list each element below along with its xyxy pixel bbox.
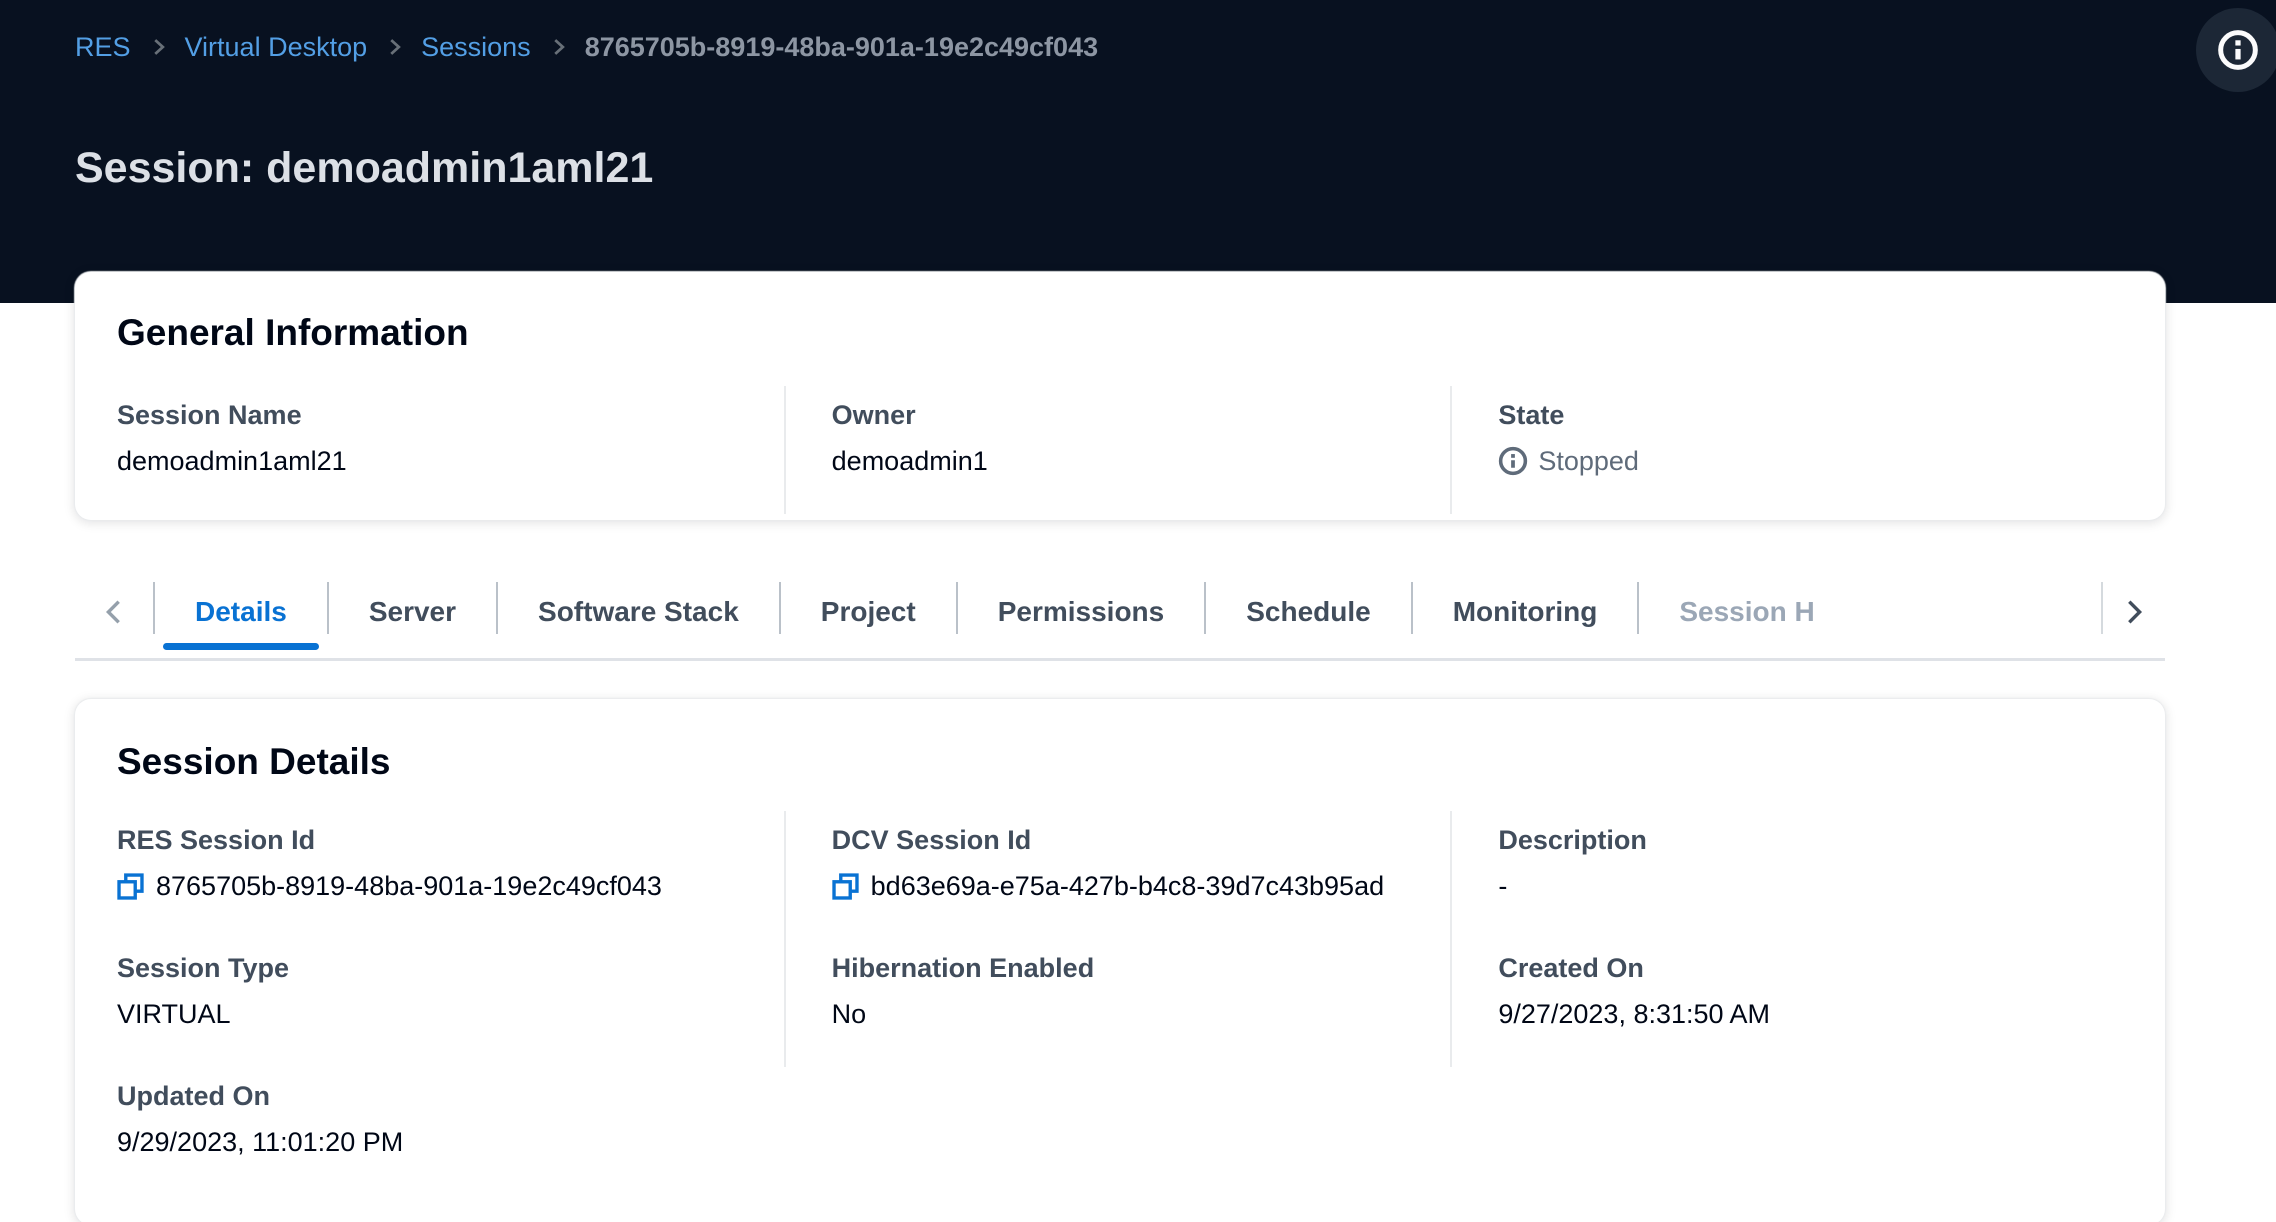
field-label: Session Type xyxy=(117,951,760,985)
field-value: No xyxy=(832,997,1427,1031)
status-badge: Stopped xyxy=(1538,444,1639,478)
field-value: 9/27/2023, 8:31:50 AM xyxy=(1498,997,2093,1031)
field-value: 9/29/2023, 11:01:20 PM xyxy=(117,1125,760,1159)
field-label: Updated On xyxy=(117,1079,760,1113)
tab-session-health[interactable]: Session H xyxy=(1639,596,1814,628)
breadcrumb-link-res[interactable]: RES xyxy=(75,30,131,64)
tab-software-stack[interactable]: Software Stack xyxy=(498,566,779,658)
field-state: State Stopped xyxy=(1450,386,2117,514)
field-session-type: Session Type VIRTUAL xyxy=(117,939,784,1067)
field-label: State xyxy=(1498,398,2093,432)
field-value: demoadmin1aml21 xyxy=(117,444,760,478)
session-details-heading: Session Details xyxy=(117,739,2117,785)
breadcrumb-current-session-id: 8765705b-8919-48ba-901a-19e2c49cf043 xyxy=(585,30,1098,64)
field-label: DCV Session Id xyxy=(832,823,1427,857)
info-button[interactable] xyxy=(2196,8,2276,92)
field-value: bd63e69a-e75a-427b-b4c8-39d7c43b95ad xyxy=(871,869,1384,903)
chevron-right-icon xyxy=(147,36,169,58)
session-details-row-2: Session Type VIRTUAL Hibernation Enabled… xyxy=(117,939,2117,1067)
chevron-left-icon xyxy=(99,597,129,627)
copy-icon xyxy=(832,873,859,900)
tab-bar: Details Server Software Stack Project Pe… xyxy=(75,566,2165,661)
tab-project[interactable]: Project xyxy=(781,566,956,658)
breadcrumb-link-sessions[interactable]: Sessions xyxy=(421,30,531,64)
session-details-row-1: RES Session Id 8765705b-8919-48ba-901a-1… xyxy=(117,811,2117,939)
copy-res-session-id-button[interactable] xyxy=(117,873,144,900)
field-label: Hibernation Enabled xyxy=(832,951,1427,985)
breadcrumb-link-virtual-desktop[interactable]: Virtual Desktop xyxy=(185,30,368,64)
general-information-heading: General Information xyxy=(117,310,2117,356)
field-label: Owner xyxy=(832,398,1427,432)
field-description: Description - xyxy=(1450,811,2117,939)
tab-monitoring[interactable]: Monitoring xyxy=(1413,566,1638,658)
field-label: Description xyxy=(1498,823,2093,857)
general-information-card: General Information Session Name demoadm… xyxy=(75,272,2165,520)
session-details-row-3: Updated On 9/29/2023, 11:01:20 PM xyxy=(117,1067,2117,1195)
tab-permissions[interactable]: Permissions xyxy=(958,566,1205,658)
top-bar: RES Virtual Desktop Sessions 8765705b-89… xyxy=(0,0,2276,100)
field-created-on: Created On 9/27/2023, 8:31:50 AM xyxy=(1450,939,2117,1067)
tab-server[interactable]: Server xyxy=(329,566,496,658)
field-label: Session Name xyxy=(117,398,760,432)
field-value: - xyxy=(1498,869,2093,903)
field-owner: Owner demoadmin1 xyxy=(784,386,1451,514)
field-res-session-id: RES Session Id 8765705b-8919-48ba-901a-1… xyxy=(117,811,784,939)
field-label: RES Session Id xyxy=(117,823,760,857)
field-value: 8765705b-8919-48ba-901a-19e2c49cf043 xyxy=(156,869,662,903)
tab-overflow-clip: Session H xyxy=(1639,566,2101,658)
chevron-right-icon xyxy=(383,36,405,58)
tab-scroll-right-button[interactable] xyxy=(2103,566,2165,658)
field-dcv-session-id: DCV Session Id bd63e69a-e75a-427b-b4c8-3… xyxy=(784,811,1451,939)
copy-dcv-session-id-button[interactable] xyxy=(832,873,859,900)
breadcrumb: RES Virtual Desktop Sessions 8765705b-89… xyxy=(75,30,2276,64)
field-session-name: Session Name demoadmin1aml21 xyxy=(117,386,784,514)
info-icon xyxy=(2217,29,2259,71)
field-updated-on: Updated On 9/29/2023, 11:01:20 PM xyxy=(117,1067,784,1195)
chevron-right-icon xyxy=(547,36,569,58)
status-info-icon xyxy=(1498,446,1528,476)
tab-scroll-left-button[interactable] xyxy=(75,566,153,658)
general-information-row: Session Name demoadmin1aml21 Owner demoa… xyxy=(117,386,2117,514)
session-details-card: Session Details RES Session Id 8765705b-… xyxy=(75,699,2165,1222)
tab-details[interactable]: Details xyxy=(155,566,327,658)
tab-schedule[interactable]: Schedule xyxy=(1206,566,1410,658)
copy-icon xyxy=(117,873,144,900)
field-hibernation-enabled: Hibernation Enabled No xyxy=(784,939,1451,1067)
field-label: Created On xyxy=(1498,951,2093,985)
chevron-right-icon xyxy=(2119,597,2149,627)
field-value: demoadmin1 xyxy=(832,444,1427,478)
field-value: VIRTUAL xyxy=(117,997,760,1031)
page-title: Session: demoadmin1aml21 xyxy=(75,140,2201,196)
